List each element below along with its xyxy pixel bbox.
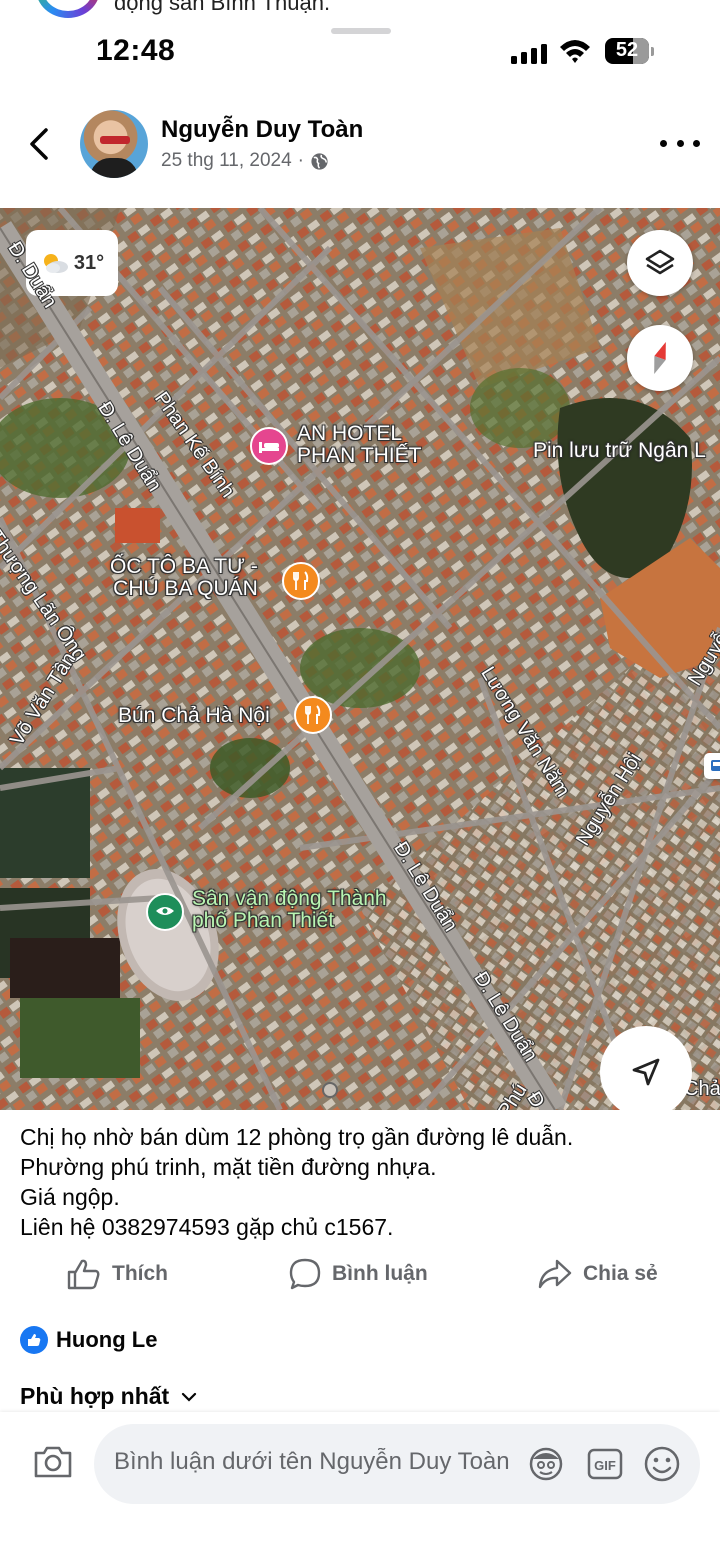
gif-icon[interactable]: GIF <box>585 1444 625 1484</box>
caption-line: Chị họ nhờ bán dùm 12 phòng trọ gần đườn… <box>20 1124 574 1150</box>
restaurant-label-bun-cha[interactable]: Bún Chả Hà Nội <box>118 704 270 727</box>
comment-bubble-icon <box>289 1258 321 1290</box>
sort-label: Phù hợp nhất <box>20 1383 170 1409</box>
comment-composer: Bình luận dưới tên Nguyễn Duy Toàn GIF <box>0 1412 720 1560</box>
post-actions: Thích Bình luận Chia sẻ <box>0 1250 720 1300</box>
compass-icon <box>654 342 666 374</box>
emoji-icon[interactable] <box>642 1444 682 1484</box>
battery-tip <box>651 47 654 56</box>
battery-icon: 52 <box>605 38 649 64</box>
wifi-icon <box>560 40 590 63</box>
like-reaction-icon <box>20 1326 48 1354</box>
restaurant-pin-icon[interactable] <box>294 696 332 734</box>
comment-button[interactable]: Bình luận <box>288 1250 428 1298</box>
globe-icon <box>311 152 328 170</box>
caption-line: Phường phú trinh, mặt tiền đường nhựa. <box>20 1154 437 1180</box>
storage-label[interactable]: Pin lưu trữ Ngân L <box>533 439 706 462</box>
stadium-label[interactable]: Sân vận động Thành phố Phan Thiết <box>192 887 387 932</box>
caption-line: Liên hệ 0382974593 gặp chủ c1567. <box>20 1214 394 1240</box>
svg-text:GIF: GIF <box>594 1458 616 1473</box>
peek-text: động sản Bình Thuận. <box>114 0 331 15</box>
sheet-grabber[interactable] <box>331 28 391 34</box>
post-caption: Chị họ nhờ bán dùm 12 phòng trọ gần đườn… <box>20 1122 710 1242</box>
like-button[interactable]: Thích <box>66 1250 168 1298</box>
cellular-signal-icon <box>511 44 547 64</box>
hotel-pin-icon[interactable] <box>250 427 288 465</box>
restaurant-label-oc-to[interactable]: ỐC TÔ BA TƯ - CHÚ BA QUÁN <box>110 555 258 600</box>
camera-icon[interactable] <box>32 1442 74 1482</box>
temperature: 31° <box>73 251 105 274</box>
reactor-name: Huong Le <box>56 1327 158 1352</box>
comment-label: Bình luận <box>332 1262 428 1285</box>
author-name[interactable]: Nguyễn Duy Toàn <box>161 116 363 144</box>
share-arrow-icon <box>538 1259 572 1289</box>
share-label: Chia sẻ <box>583 1262 658 1285</box>
navigation-arrow-icon <box>632 1058 660 1086</box>
chevron-down-icon <box>182 1392 197 1402</box>
reactions-summary[interactable]: Huong Le <box>20 1326 157 1354</box>
author-avatar[interactable] <box>80 110 148 178</box>
stadium-pin-icon[interactable] <box>146 893 184 931</box>
comment-placeholder: Bình luận dưới tên Nguyễn Duy Toàn <box>114 1448 510 1475</box>
post-map-image[interactable]: 31° AN HOTEL PHAN THIẾT ỐC TÔ BA TƯ - CHÚ … <box>0 208 720 1110</box>
story-ring-avatar <box>36 0 100 18</box>
status-time: 12:48 <box>96 34 176 67</box>
comment-input[interactable]: Bình luận dưới tên Nguyễn Duy Toàn GIF <box>94 1424 700 1504</box>
post-date[interactable]: 25 thg 11, 2024 <box>161 150 292 172</box>
navigate-button[interactable] <box>600 1026 692 1110</box>
partly-cloudy-icon <box>43 254 68 273</box>
status-bar: 12:48 52 <box>0 34 720 80</box>
caption-line: Giá ngộp. <box>20 1184 120 1210</box>
like-label: Thích <box>112 1262 168 1285</box>
share-button[interactable]: Chia sẻ <box>537 1250 658 1298</box>
battery-level: 52 <box>615 39 639 61</box>
post-header: Nguyễn Duy Toàn 25 thg 11, 2024 · <box>0 100 720 190</box>
avatar-sticker-icon[interactable] <box>526 1444 566 1484</box>
map-layers-button[interactable] <box>627 230 693 296</box>
comment-sort-dropdown[interactable]: Phù hợp nhất <box>20 1383 197 1410</box>
restaurant-pin-icon[interactable] <box>282 562 320 600</box>
layers-icon <box>645 249 675 275</box>
satellite-map-background <box>0 208 720 1110</box>
map-compass-button[interactable] <box>627 325 693 391</box>
hotel-label[interactable]: AN HOTEL PHAN THIẾT <box>297 422 421 467</box>
back-arrow-icon[interactable] <box>22 122 58 166</box>
post-meta: 25 thg 11, 2024 · <box>161 150 329 172</box>
thumbs-up-icon <box>67 1259 100 1290</box>
meta-separator: · <box>297 150 304 171</box>
bus-stop-icon <box>704 753 720 779</box>
more-options-button[interactable] <box>660 135 700 151</box>
